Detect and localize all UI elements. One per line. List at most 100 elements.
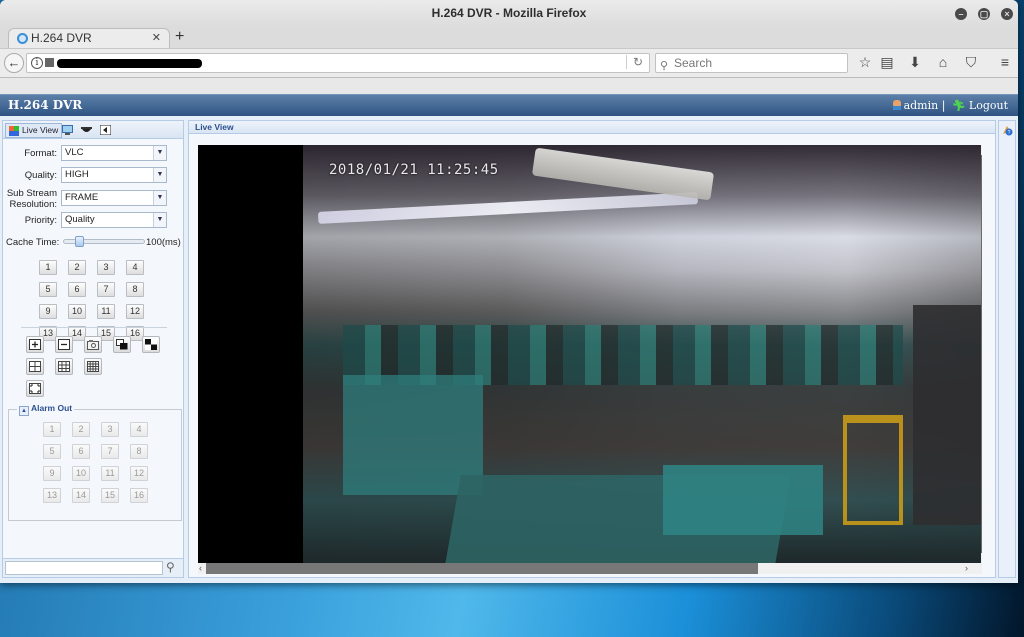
user-icon bbox=[892, 100, 901, 110]
info-icon[interactable]: i bbox=[31, 57, 43, 69]
zoom-in-button[interactable] bbox=[26, 336, 44, 353]
alarm-out-button-1[interactable]: 1 bbox=[43, 422, 61, 437]
reading-list-icon[interactable]: ▤ bbox=[878, 54, 896, 71]
config-icon[interactable] bbox=[100, 125, 111, 135]
pip-button[interactable] bbox=[113, 336, 131, 353]
pocket-icon[interactable]: ⛉ bbox=[962, 54, 980, 71]
video-player[interactable]: 2018/01/21 11:25:45 ^ v bbox=[198, 145, 982, 563]
priority-select[interactable]: Quality ▼ bbox=[61, 212, 167, 228]
redacted-url bbox=[57, 59, 202, 68]
sub-stream-select[interactable]: FRAME ▼ bbox=[61, 190, 167, 206]
cache-time-slider[interactable] bbox=[63, 236, 145, 247]
quality-select[interactable]: HIGH ▼ bbox=[61, 167, 167, 183]
browser-tab[interactable]: H.264 DVR ✕ bbox=[8, 28, 170, 48]
reload-icon[interactable]: ↻ bbox=[625, 55, 643, 69]
dvr-app: H.264 DVR admin | 🏃︎ Logout Live View For… bbox=[0, 94, 1018, 583]
logout-link[interactable]: Logout bbox=[969, 99, 1008, 112]
tab-live-view[interactable]: Live View bbox=[5, 123, 63, 138]
cache-time-label: Cache Time: bbox=[6, 237, 60, 248]
alarm-out-button-13[interactable]: 13 bbox=[43, 488, 61, 503]
quality-value: HIGH bbox=[65, 169, 89, 180]
channel-button-11[interactable]: 11 bbox=[97, 304, 115, 319]
vertical-scrollbar[interactable]: ^ v bbox=[981, 145, 982, 563]
channel-button-9[interactable]: 9 bbox=[39, 304, 57, 319]
scroll-down-icon[interactable]: v bbox=[981, 553, 982, 563]
fullscreen-button[interactable] bbox=[26, 380, 44, 397]
channel-button-8[interactable]: 8 bbox=[126, 282, 144, 297]
alarm-out-button-14[interactable]: 14 bbox=[72, 488, 90, 503]
alarm-out-title: Alarm Out bbox=[31, 403, 73, 413]
alarm-out-button-5[interactable]: 5 bbox=[43, 444, 61, 459]
scroll-up-icon[interactable]: ^ bbox=[981, 145, 982, 155]
collapse-icon[interactable]: ▲ bbox=[19, 406, 29, 416]
alarm-out-button-7[interactable]: 7 bbox=[101, 444, 119, 459]
tab-title: H.264 DVR bbox=[31, 31, 92, 45]
channel-button-10[interactable]: 10 bbox=[68, 304, 86, 319]
username: admin bbox=[903, 99, 939, 112]
alarm-out-button-10[interactable]: 10 bbox=[72, 466, 90, 481]
download-icon[interactable]: ⬇ bbox=[906, 54, 924, 71]
quad-view-button[interactable] bbox=[26, 358, 44, 375]
sub-stream-label: Sub Stream Resolution: bbox=[3, 188, 57, 210]
zoom-out-icon bbox=[58, 339, 70, 350]
separator: | bbox=[941, 99, 946, 112]
alarm-out-button-6[interactable]: 6 bbox=[72, 444, 90, 459]
back-button[interactable]: ← bbox=[4, 53, 24, 73]
tab-live-view-label: Live View bbox=[22, 125, 59, 135]
tab-favicon-icon bbox=[17, 33, 28, 44]
close-tab-icon[interactable]: ✕ bbox=[152, 29, 161, 48]
home-icon[interactable]: ⌂ bbox=[934, 54, 952, 70]
channel-button-6[interactable]: 6 bbox=[68, 282, 86, 297]
channel-button-12[interactable]: 12 bbox=[126, 304, 144, 319]
channel-button-3[interactable]: 3 bbox=[97, 260, 115, 275]
app-header: H.264 DVR admin | 🏃︎ Logout bbox=[0, 94, 1018, 116]
alarm-out-button-3[interactable]: 3 bbox=[101, 422, 119, 437]
sub-stream-value: FRAME bbox=[65, 192, 99, 203]
channel-button-7[interactable]: 7 bbox=[97, 282, 115, 297]
right-sidebar: ? bbox=[998, 120, 1016, 578]
single-view-button[interactable] bbox=[142, 336, 160, 353]
alarm-out-button-16[interactable]: 16 bbox=[130, 488, 148, 503]
camera-dome-icon[interactable] bbox=[81, 125, 92, 135]
alarm-out-button-4[interactable]: 4 bbox=[130, 422, 148, 437]
horizontal-scrollbar[interactable]: ‹ › bbox=[198, 563, 982, 574]
alarm-out-button-9[interactable]: 9 bbox=[43, 466, 61, 481]
minimize-button[interactable]: – bbox=[955, 8, 967, 20]
playback-icon[interactable] bbox=[62, 125, 73, 135]
slider-handle[interactable] bbox=[74, 236, 84, 247]
plugin-icon bbox=[45, 58, 54, 67]
channel-button-4[interactable]: 4 bbox=[126, 260, 144, 275]
zoom-out-button[interactable] bbox=[55, 336, 73, 353]
alarm-out-button-8[interactable]: 8 bbox=[130, 444, 148, 459]
maximize-button[interactable]: ▢ bbox=[978, 8, 990, 20]
navigation-bar: ← i ↻ ⚲ Search ☆ ▤ ⬇ ⌂ ⛉ ≡ bbox=[0, 48, 1018, 78]
nine-view-button[interactable] bbox=[55, 358, 73, 375]
new-tab-button[interactable]: + bbox=[175, 27, 184, 47]
alarm-out-button-12[interactable]: 12 bbox=[130, 466, 148, 481]
channel-button-5[interactable]: 5 bbox=[39, 282, 57, 297]
menu-icon[interactable]: ≡ bbox=[996, 54, 1014, 70]
search-input[interactable]: ⚲ Search bbox=[655, 53, 848, 73]
scrollbar-thumb[interactable] bbox=[206, 563, 758, 574]
scroll-left-icon[interactable]: ‹ bbox=[199, 563, 202, 574]
alarm-out-button-15[interactable]: 15 bbox=[101, 488, 119, 503]
bookmark-star-icon[interactable]: ☆ bbox=[856, 54, 874, 71]
app-title: H.264 DVR bbox=[8, 98, 83, 112]
priority-value: Quality bbox=[65, 214, 95, 225]
alarm-out-button-11[interactable]: 11 bbox=[101, 466, 119, 481]
panel-search-input[interactable] bbox=[5, 561, 163, 575]
search-icon[interactable]: ⚲ bbox=[166, 560, 175, 574]
format-select[interactable]: VLC ▼ bbox=[61, 145, 167, 161]
channel-button-2[interactable]: 2 bbox=[68, 260, 86, 275]
scroll-right-icon[interactable]: › bbox=[965, 563, 968, 574]
alarm-out-button-2[interactable]: 2 bbox=[72, 422, 90, 437]
sixteen-view-button[interactable] bbox=[84, 358, 102, 375]
help-icon[interactable]: ? bbox=[1002, 125, 1013, 136]
logout-icon[interactable]: 🏃︎ bbox=[952, 99, 966, 112]
priority-label: Priority: bbox=[24, 215, 57, 226]
close-window-button[interactable]: × bbox=[1001, 8, 1013, 20]
channel-button-1[interactable]: 1 bbox=[39, 260, 57, 275]
url-bar[interactable]: i ↻ bbox=[26, 53, 650, 73]
snapshot-button[interactable] bbox=[84, 336, 102, 353]
alarm-out-group: ▲ Alarm Out 1 2 3 4 5 6 7 8 9 10 11 12 13 14 15 16 bbox=[8, 403, 182, 521]
